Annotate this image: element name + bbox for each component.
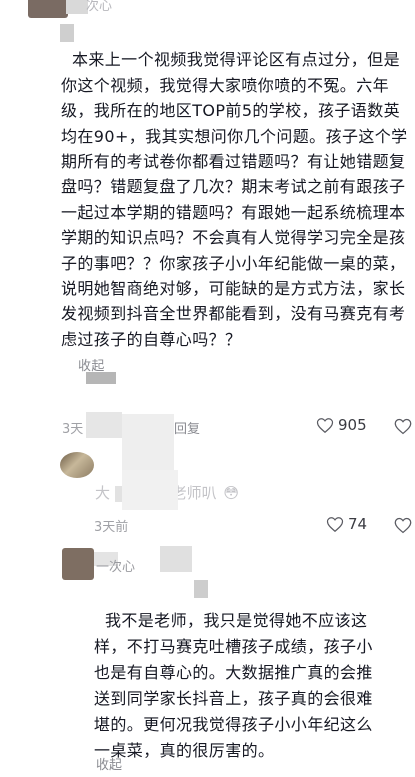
avatar[interactable] xyxy=(28,0,68,18)
censor-mosaic xyxy=(60,24,74,42)
comment-timestamp: 3天 xyxy=(62,422,84,437)
heart-outline-icon xyxy=(326,516,344,532)
username-mosaic xyxy=(66,0,88,14)
comment-text: 本来上一个视频我觉得评论区有点过分，但是你这个视频，我觉得大家喷你喷的不冤。六年… xyxy=(61,22,411,380)
like-button[interactable]: 74 xyxy=(326,515,367,533)
censor-mosaic xyxy=(86,412,122,438)
heart-outline-icon xyxy=(316,417,334,433)
censor-mosaic xyxy=(122,470,178,510)
reply-button[interactable]: 回复 xyxy=(174,418,200,437)
comment-timestamp: 3天前 xyxy=(94,520,129,535)
heart-outline-icon[interactable] xyxy=(393,517,413,534)
censor-mosaic xyxy=(122,414,174,476)
like-button[interactable]: 905 xyxy=(316,416,367,434)
flushed-face-emoji: 😳 xyxy=(223,484,240,502)
comment-username[interactable]: 一次心 xyxy=(96,556,135,575)
comment-body: 本来上一个视频我觉得评论区有点过分，但是你这个视频，我觉得大家喷你喷的不冤。六年… xyxy=(61,50,408,349)
comment-text: 我不是老师，我只是觉得她不应该这样，不打马赛克吐槽孩子成绩，孩子小也是有自尊心的… xyxy=(94,582,384,764)
censor-mosaic xyxy=(194,580,208,598)
reply-text-fragment: 大 xyxy=(95,484,111,502)
comment-body: 我不是老师，我只是觉得她不应该这样，不打马赛克吐槽孩子成绩，孩子小也是有自尊心的… xyxy=(94,611,373,760)
avatar[interactable] xyxy=(62,548,94,580)
censor-mosaic xyxy=(86,372,116,384)
heart-outline-icon[interactable] xyxy=(393,418,413,435)
username-mosaic xyxy=(160,546,192,572)
collapse-link[interactable]: 收起 xyxy=(96,754,122,773)
comment-username[interactable]: 次心 xyxy=(86,0,112,14)
like-count: 74 xyxy=(348,515,368,533)
like-count: 905 xyxy=(338,416,367,434)
avatar[interactable] xyxy=(60,452,94,478)
